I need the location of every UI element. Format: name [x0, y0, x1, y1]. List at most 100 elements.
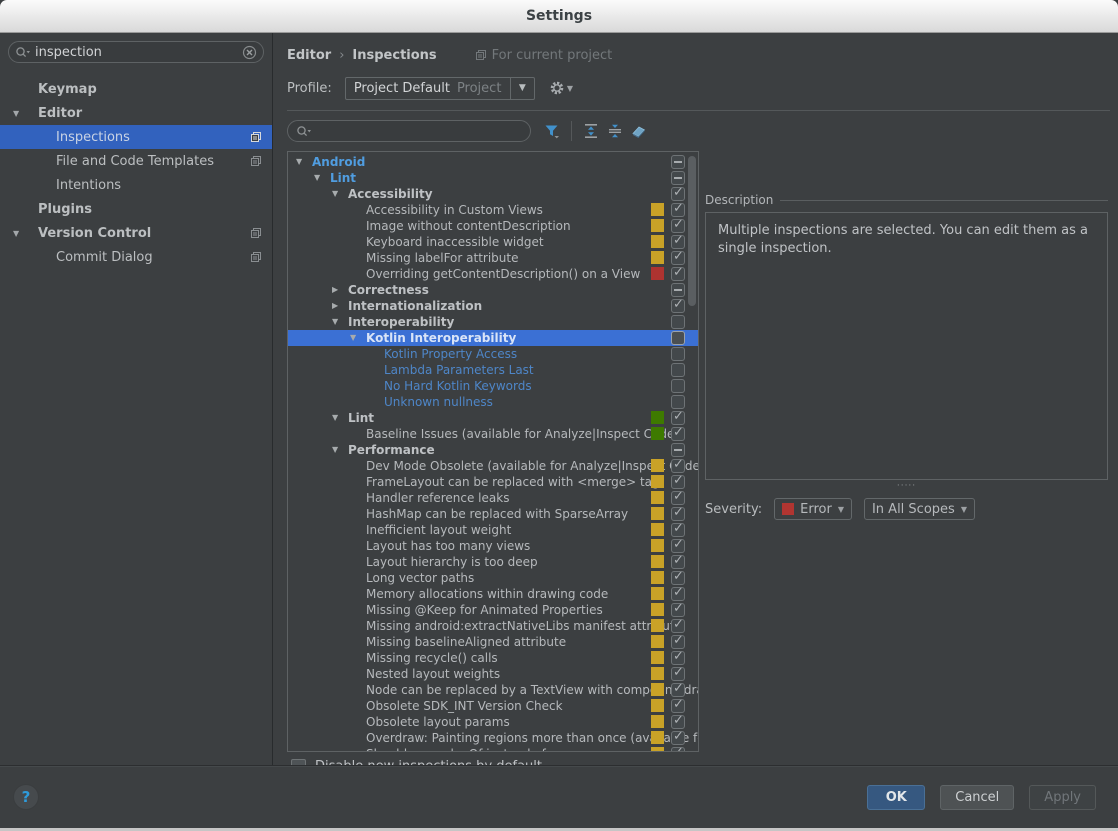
- collapsed-arrow-icon[interactable]: ▶: [332, 298, 348, 314]
- sidebar-item-editor[interactable]: ▼ Editor: [0, 101, 272, 125]
- inspection-checkbox-check[interactable]: [671, 682, 685, 697]
- scope-dropdown[interactable]: In All Scopes ▼: [863, 498, 975, 520]
- chevron-down-icon[interactable]: ▼: [509, 77, 534, 99]
- inspection-checkbox-dash[interactable]: [671, 283, 685, 297]
- ok-button[interactable]: OK: [867, 784, 926, 810]
- inspection-checkbox-check[interactable]: [671, 650, 685, 665]
- inspection-row-unknown-nullness[interactable]: Unknown nullness: [288, 394, 698, 410]
- inspection-row-dev-mode-obsolete-available-for-analyze-inspect-code[interactable]: Dev Mode Obsolete (available for Analyze…: [288, 458, 698, 474]
- inspection-row-inefficient-layout-weight[interactable]: Inefficient layout weight: [288, 522, 698, 538]
- sidebar-item-intentions[interactable]: Intentions: [0, 173, 272, 197]
- inspections-filter-field[interactable]: [287, 120, 531, 142]
- inspection-checkbox-check[interactable]: [671, 410, 685, 425]
- expand-all-icon[interactable]: [579, 120, 603, 142]
- sidebar-item-commit-dialog[interactable]: Commit Dialog: [0, 245, 272, 269]
- inspection-row-accessibility[interactable]: ▼ Accessibility: [288, 186, 698, 202]
- breadcrumb-editor[interactable]: Editor: [287, 48, 331, 63]
- inspection-checkbox-check[interactable]: [671, 538, 685, 553]
- inspection-row-layout-hierarchy-is-too-deep[interactable]: Layout hierarchy is too deep: [288, 554, 698, 570]
- inspection-row-overdraw-painting-regions-more-than-once-available-for-analyze-inspect-code[interactable]: Overdraw: Painting regions more than onc…: [288, 730, 698, 746]
- inspection-row-android[interactable]: ▼ Android: [288, 154, 698, 170]
- inspection-checkbox-check[interactable]: [671, 458, 685, 473]
- inspection-row-memory-allocations-within-drawing-code[interactable]: Memory allocations within drawing code: [288, 586, 698, 602]
- inspection-row-layout-has-too-many-views[interactable]: Layout has too many views: [288, 538, 698, 554]
- inspection-checkbox-check[interactable]: [671, 666, 685, 681]
- inspection-checkbox-check[interactable]: [671, 634, 685, 649]
- expanded-arrow-icon[interactable]: ▼: [13, 109, 19, 118]
- magnifier-with-dropdown-icon[interactable]: [296, 125, 312, 138]
- inspection-row-accessibility-in-custom-views[interactable]: Accessibility in Custom Views: [288, 202, 698, 218]
- inspection-row-lint[interactable]: ▼ Lint: [288, 410, 698, 426]
- inspection-row-nested-layout-weights[interactable]: Nested layout weights: [288, 666, 698, 682]
- inspection-row-performance[interactable]: ▼ Performance: [288, 442, 698, 458]
- apply-button[interactable]: Apply: [1029, 784, 1096, 810]
- tree-scrollbar-thumb[interactable]: [688, 156, 696, 306]
- inspection-checkbox-check[interactable]: [671, 618, 685, 633]
- reset-eraser-icon[interactable]: [627, 120, 651, 142]
- inspection-row-missing-baselinealigned-attribute[interactable]: Missing baselineAligned attribute: [288, 634, 698, 650]
- inspection-checkbox-check[interactable]: [671, 522, 685, 537]
- inspection-row-missing-labelfor-attribute[interactable]: Missing labelFor attribute: [288, 250, 698, 266]
- expanded-arrow-icon[interactable]: ▼: [350, 330, 366, 346]
- inspection-row-missing-recycle-calls[interactable]: Missing recycle() calls: [288, 650, 698, 666]
- inspection-checkbox-check[interactable]: [671, 506, 685, 521]
- inspection-row-lambda-parameters-last[interactable]: Lambda Parameters Last: [288, 362, 698, 378]
- help-button[interactable]: ?: [13, 784, 39, 810]
- collapse-all-icon[interactable]: [603, 120, 627, 142]
- inspection-checkbox-check[interactable]: [671, 202, 685, 217]
- settings-search-field[interactable]: [8, 41, 264, 63]
- inspection-row-no-hard-kotlin-keywords[interactable]: No Hard Kotlin Keywords: [288, 378, 698, 394]
- inspection-checkbox-check[interactable]: [671, 554, 685, 569]
- inspection-row-long-vector-paths[interactable]: Long vector paths: [288, 570, 698, 586]
- inspection-row-obsolete-sdk-int-version-check[interactable]: Obsolete SDK_INT Version Check: [288, 698, 698, 714]
- panel-splitter-handle[interactable]: ·····: [705, 480, 1108, 492]
- inspection-checkbox-empty[interactable]: [671, 379, 685, 393]
- inspection-checkbox-empty[interactable]: [671, 363, 685, 377]
- sidebar-item-plugins[interactable]: Plugins: [0, 197, 272, 221]
- inspection-row-correctness[interactable]: ▶ Correctness: [288, 282, 698, 298]
- expanded-arrow-icon[interactable]: ▼: [13, 229, 19, 238]
- inspection-checkbox-check[interactable]: [671, 426, 685, 441]
- inspection-checkbox-check[interactable]: [671, 234, 685, 249]
- inspection-checkbox-check[interactable]: [671, 698, 685, 713]
- inspection-row-lint[interactable]: ▼ Lint: [288, 170, 698, 186]
- inspection-checkbox-check[interactable]: [671, 490, 685, 505]
- sidebar-item-file-and-code-templates[interactable]: File and Code Templates: [0, 149, 272, 173]
- inspections-filter-input[interactable]: [312, 123, 522, 139]
- window-titlebar[interactable]: Settings: [0, 0, 1118, 33]
- inspection-row-overriding-getcontentdescription-on-a-view[interactable]: Overriding getContentDescription() on a …: [288, 266, 698, 282]
- clear-search-icon[interactable]: [242, 45, 257, 60]
- inspection-row-handler-reference-leaks[interactable]: Handler reference leaks: [288, 490, 698, 506]
- inspection-row-kotlin-interoperability[interactable]: ▼ Kotlin Interoperability: [288, 330, 698, 346]
- sidebar-item-keymap[interactable]: Keymap: [0, 77, 272, 101]
- inspection-row-interoperability[interactable]: ▼ Interoperability: [288, 314, 698, 330]
- expanded-arrow-icon[interactable]: ▼: [332, 442, 348, 458]
- expanded-arrow-icon[interactable]: ▼: [332, 410, 348, 426]
- inspection-row-node-can-be-replaced-by-a-textview-with-compound-drawables[interactable]: Node can be replaced by a TextView with …: [288, 682, 698, 698]
- inspection-checkbox-dash[interactable]: [671, 171, 685, 185]
- inspection-checkbox-dash[interactable]: [671, 155, 685, 169]
- inspection-row-missing-keep-for-animated-properties[interactable]: Missing @Keep for Animated Properties: [288, 602, 698, 618]
- collapsed-arrow-icon[interactable]: ▶: [332, 282, 348, 298]
- inspection-checkbox-check[interactable]: [671, 250, 685, 265]
- magnifier-with-dropdown-icon[interactable]: [15, 46, 31, 59]
- inspection-checkbox-check[interactable]: [671, 714, 685, 729]
- profile-actions-button[interactable]: ▼: [549, 80, 573, 96]
- inspection-row-missing-android-extractnativelibs-manifest-attribute[interactable]: Missing android:extractNativeLibs manife…: [288, 618, 698, 634]
- inspection-row-baseline-issues-available-for-analyze-inspect-code[interactable]: Baseline Issues (available for Analyze|I…: [288, 426, 698, 442]
- inspection-row-internationalization[interactable]: ▶ Internationalization: [288, 298, 698, 314]
- settings-search-input[interactable]: [31, 44, 242, 60]
- expanded-arrow-icon[interactable]: ▼: [332, 186, 348, 202]
- sidebar-item-inspections[interactable]: Inspections: [0, 125, 272, 149]
- filter-funnel-icon[interactable]: [540, 120, 564, 142]
- inspection-checkbox-empty[interactable]: [671, 347, 685, 361]
- expanded-arrow-icon[interactable]: ▼: [332, 314, 348, 330]
- expanded-arrow-icon[interactable]: ▼: [296, 154, 312, 170]
- inspection-checkbox-check[interactable]: [671, 570, 685, 585]
- inspection-checkbox-check[interactable]: [671, 186, 685, 201]
- inspection-checkbox-empty[interactable]: [671, 331, 685, 345]
- cancel-button[interactable]: Cancel: [940, 784, 1015, 810]
- inspection-row-framelayout-can-be-replaced-with-merge-tag[interactable]: FrameLayout can be replaced with <merge>…: [288, 474, 698, 490]
- inspection-checkbox-check[interactable]: [671, 266, 685, 281]
- inspection-checkbox-empty[interactable]: [671, 395, 685, 409]
